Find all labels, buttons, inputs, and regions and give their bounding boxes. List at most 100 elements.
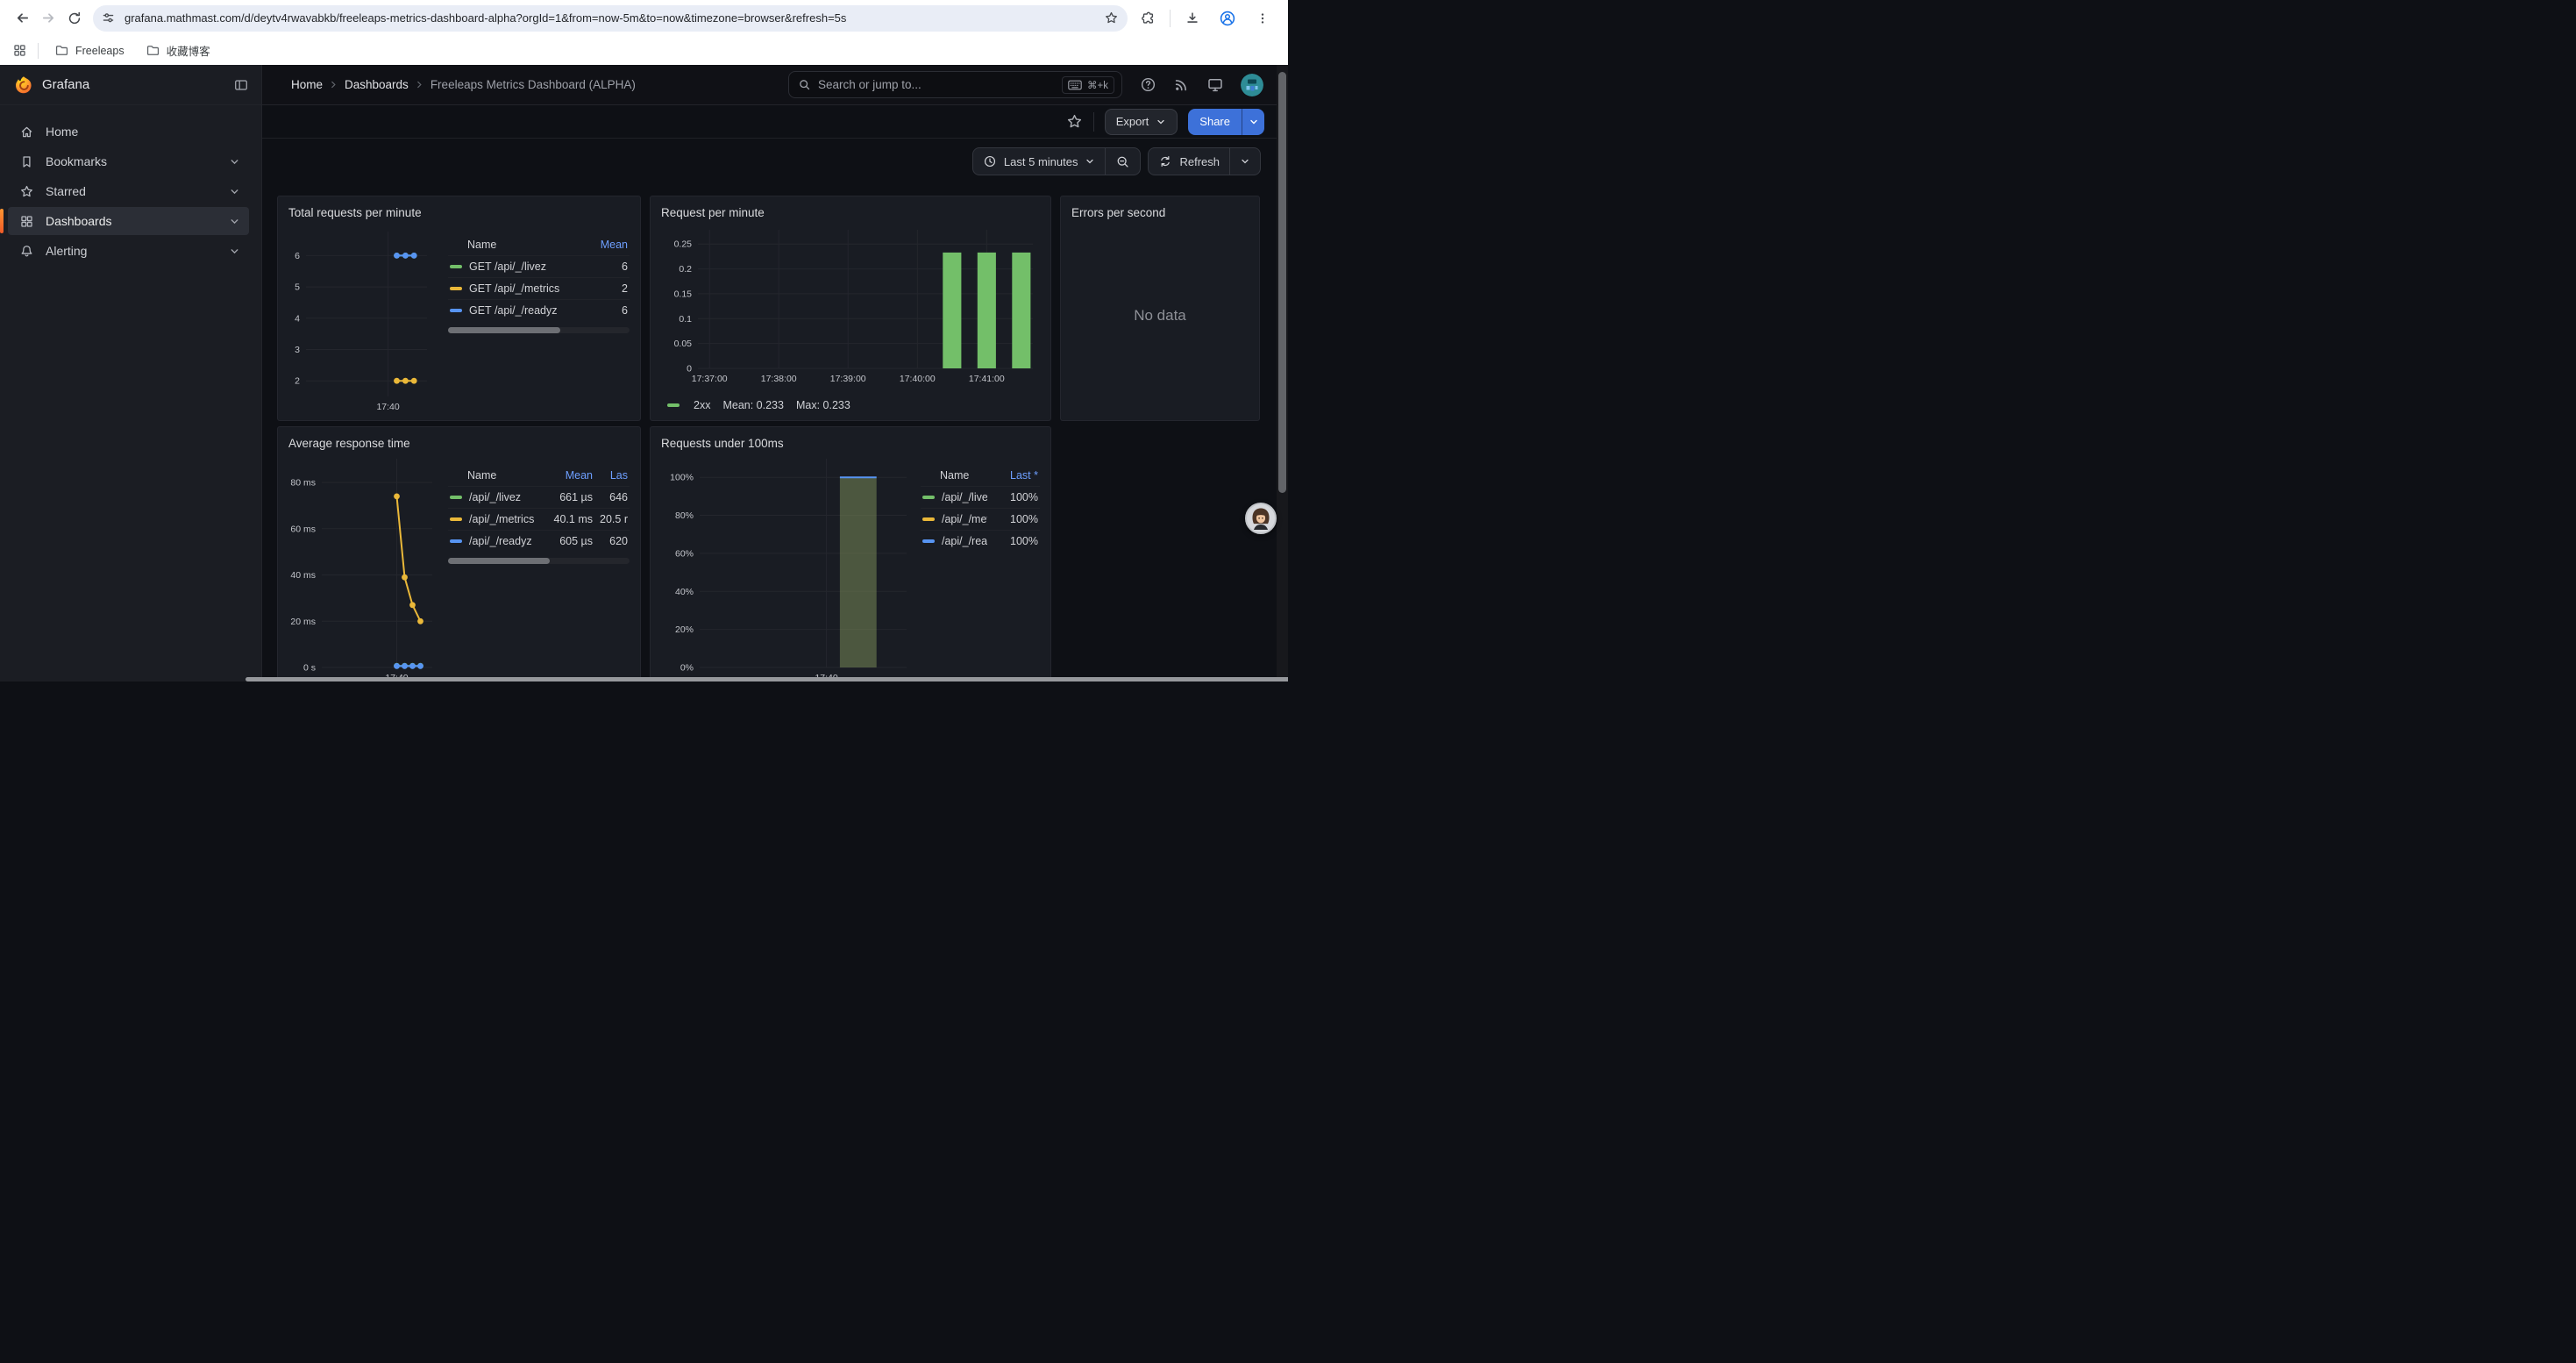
series-swatch — [450, 265, 462, 268]
search-input[interactable]: Search or jump to... ⌘+k — [788, 71, 1122, 98]
home-icon — [19, 125, 34, 139]
menu-dots-icon[interactable] — [1249, 5, 1276, 32]
series-name[interactable]: GET /api/_/metrics — [469, 282, 577, 295]
news-rss-icon[interactable] — [1173, 76, 1190, 93]
downloads-icon[interactable] — [1179, 5, 1206, 32]
series-name[interactable]: /api/_/readyz — [469, 535, 538, 547]
sidebar-item-alerting[interactable]: Alerting — [8, 237, 249, 265]
panel-title[interactable]: Total requests per minute — [288, 202, 630, 223]
share-button[interactable]: Share — [1188, 109, 1242, 135]
average-response-time-chart[interactable]: 80 ms60 ms40 ms20 ms0 s17:40 — [288, 453, 439, 682]
scrollbar-thumb[interactable] — [1278, 72, 1286, 493]
series-name[interactable]: /api/_/metrics — [942, 513, 987, 525]
series-name: 2xx — [694, 399, 710, 411]
legend-item-2xx[interactable]: 2xx — [667, 399, 710, 411]
bookmark-label: Freeleaps — [75, 45, 125, 57]
legend-header-name[interactable]: Name — [940, 469, 987, 482]
requests-under-100ms-chart[interactable]: 100%80%60%40%20%0%17:40 — [661, 453, 912, 682]
profile-icon[interactable] — [1214, 5, 1241, 32]
series-swatch — [450, 309, 462, 312]
legend-row[interactable]: /api/_/readyz 100% — [921, 530, 1040, 552]
scrollbar-thumb[interactable] — [448, 327, 560, 333]
user-avatar[interactable] — [1241, 74, 1263, 96]
panel-title[interactable]: Request per minute — [661, 202, 1040, 223]
legend-header-last[interactable]: Last * — [987, 469, 1038, 482]
breadcrumb-home[interactable]: Home — [291, 78, 323, 91]
site-settings-icon[interactable] — [96, 7, 119, 30]
series-last: 100% — [987, 491, 1038, 503]
bookmark-star-icon[interactable] — [1104, 11, 1119, 25]
apps-grid-icon[interactable] — [12, 43, 27, 58]
back-icon[interactable] — [9, 5, 35, 32]
share-dropdown-button[interactable] — [1242, 109, 1264, 135]
zoom-out-button[interactable] — [1105, 148, 1140, 175]
time-range-picker[interactable]: Last 5 minutes — [973, 148, 1106, 175]
favorite-star-icon[interactable] — [1066, 113, 1083, 130]
svg-text:17:38:00: 17:38:00 — [761, 374, 797, 384]
dock-menu-icon[interactable] — [233, 77, 249, 93]
reload-icon[interactable] — [61, 5, 88, 32]
legend-row[interactable]: /api/_/metrics 40.1 ms 20.5 r — [448, 508, 630, 530]
legend-row[interactable]: /api/_/metrics 100% — [921, 508, 1040, 530]
legend-row[interactable]: /api/_/livez 661 µs 646 — [448, 486, 630, 508]
series-swatch — [922, 517, 935, 521]
legend-header-mean[interactable]: Mean — [577, 239, 628, 251]
series-name[interactable]: /api/_/livez — [469, 491, 538, 503]
url-bar[interactable]: grafana.mathmast.com/d/deytv4rwavabkb/fr… — [93, 5, 1128, 32]
panel-title[interactable]: Average response time — [288, 432, 630, 453]
page-horizontal-scrollbar[interactable] — [246, 677, 1288, 682]
chevron-down-icon[interactable] — [229, 246, 240, 257]
legend-row[interactable]: GET /api/_/livez 6 — [448, 255, 630, 277]
help-icon[interactable] — [1140, 76, 1156, 93]
breadcrumb-dashboards[interactable]: Dashboards — [345, 78, 409, 91]
refresh-button[interactable]: Refresh — [1149, 148, 1229, 175]
series-name[interactable]: GET /api/_/livez — [469, 260, 577, 273]
scrollbar-thumb[interactable] — [448, 558, 550, 564]
panel-title[interactable]: Requests under 100ms — [661, 432, 1040, 453]
bookmark-label: 收藏博客 — [167, 42, 210, 59]
legend-row[interactable]: /api/_/livez 100% — [921, 486, 1040, 508]
series-last: 100% — [987, 513, 1038, 525]
legend-header-mean[interactable]: Mean — [538, 469, 593, 482]
bookmark-folder-freeleaps[interactable]: Freeleaps — [49, 40, 130, 61]
series-last: 100% — [987, 535, 1038, 547]
sidebar-item-label: Dashboards — [46, 214, 112, 228]
legend-header-last[interactable]: Las — [593, 469, 628, 482]
legend-table: Name Last * /api/_/livez 100% — [912, 453, 1040, 682]
series-name[interactable]: /api/_/readyz — [942, 535, 987, 547]
series-name[interactable]: GET /api/_/readyz — [469, 304, 577, 317]
monitor-icon[interactable] — [1206, 76, 1224, 94]
series-swatch — [667, 403, 680, 407]
legend-scrollbar[interactable] — [448, 327, 630, 333]
forward-icon[interactable] — [35, 5, 61, 32]
refresh-icon — [1158, 154, 1172, 168]
sidebar-item-starred[interactable]: Starred — [8, 177, 249, 205]
legend-row[interactable]: /api/_/readyz 605 µs 620 — [448, 530, 630, 552]
legend-scrollbar[interactable] — [448, 558, 630, 564]
panel-title[interactable]: Errors per second — [1071, 202, 1249, 223]
chevron-down-icon[interactable] — [229, 156, 240, 168]
extensions-icon[interactable] — [1135, 5, 1161, 32]
breadcrumb-bar: Home Dashboards Freeleaps Metrics Dashbo… — [262, 65, 1288, 104]
chevron-down-icon[interactable] — [229, 186, 240, 197]
total-requests-chart[interactable]: 6543217:40 — [288, 223, 439, 419]
page-vertical-scrollbar[interactable] — [1277, 65, 1288, 682]
legend-header-name[interactable]: Name — [467, 469, 538, 482]
export-button[interactable]: Export — [1105, 109, 1178, 135]
series-name[interactable]: /api/_/livez — [942, 491, 987, 503]
legend-row[interactable]: GET /api/_/metrics 2 — [448, 277, 630, 299]
svg-text:17:39:00: 17:39:00 — [830, 374, 866, 384]
sidebar-item-bookmarks[interactable]: Bookmarks — [8, 147, 249, 175]
request-per-minute-chart[interactable]: 0.250.20.150.10.05017:37:0017:38:0017:39… — [661, 223, 1042, 395]
url-text[interactable]: grafana.mathmast.com/d/deytv4rwavabkb/fr… — [125, 11, 1104, 25]
legend-row[interactable]: GET /api/_/readyz 6 — [448, 299, 630, 321]
chevron-down-icon[interactable] — [229, 216, 240, 227]
sidebar-item-home[interactable]: Home — [8, 118, 249, 146]
refresh-interval-dropdown[interactable] — [1229, 148, 1260, 175]
sidebar-item-dashboards[interactable]: Dashboards — [8, 207, 249, 235]
floating-assistant-avatar[interactable] — [1245, 503, 1277, 534]
legend-header-name[interactable]: Name — [467, 239, 577, 251]
series-name[interactable]: /api/_/metrics — [469, 513, 538, 525]
bookmark-folder-blogs[interactable]: 收藏博客 — [140, 39, 216, 61]
legend-header: Name Last * — [921, 469, 1040, 486]
